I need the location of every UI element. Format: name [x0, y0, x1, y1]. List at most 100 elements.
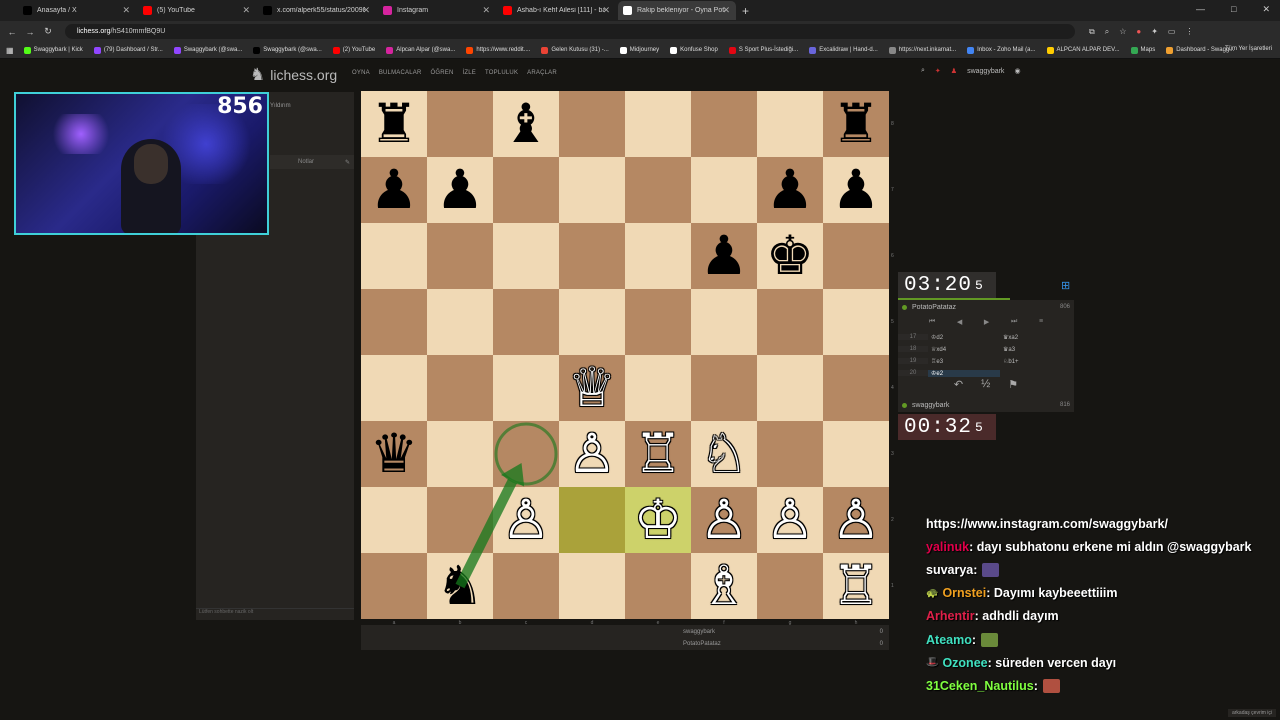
bookmark-item[interactable]: Swaggybark | Kick — [23, 46, 83, 54]
bookmark-item[interactable]: https://www.reddit.... — [466, 46, 530, 54]
opponent-name[interactable]: PotatoPatataz — [912, 304, 956, 311]
square-g2[interactable]: ♙ — [757, 487, 823, 553]
square-b3[interactable] — [427, 421, 493, 487]
white-pawn-icon[interactable]: ♙ — [700, 487, 748, 553]
square-d3[interactable]: ♙ — [559, 421, 625, 487]
username[interactable]: swaggybark — [967, 68, 1004, 75]
prev-move-icon[interactable]: ◀ — [957, 318, 962, 329]
white-knight-icon[interactable]: ♘ — [700, 421, 748, 487]
bookmark-item[interactable]: (79) Dashboard / Str... — [93, 46, 163, 54]
square-c7[interactable] — [493, 157, 559, 223]
white-pawn-icon[interactable]: ♙ — [502, 487, 550, 553]
sidebar-icon[interactable]: ▭ — [1168, 27, 1176, 37]
extension-icon[interactable]: ● — [1136, 27, 1141, 37]
maximize-icon[interactable]: □ — [1231, 4, 1236, 15]
black-bishop-icon[interactable]: ♝ — [502, 91, 550, 157]
square-e3[interactable]: ♖ — [625, 421, 691, 487]
square-g6[interactable]: ♚ — [757, 223, 823, 289]
apps-icon[interactable]: ▦ — [6, 46, 14, 55]
nav-item-5[interactable]: TOPLULUK — [485, 70, 518, 76]
white-pawn-icon[interactable]: ♙ — [568, 421, 616, 487]
black-move[interactable]: ♘b1+ — [1000, 358, 1072, 365]
square-d4[interactable]: ♕ — [559, 355, 625, 421]
square-h4[interactable] — [823, 355, 889, 421]
white-bishop-icon[interactable]: ♗ — [700, 553, 748, 619]
nav-item-2[interactable]: BULMACALAR — [379, 70, 422, 76]
bookmark-star-icon[interactable]: ☆ — [1119, 27, 1126, 37]
square-g7[interactable]: ♟ — [757, 157, 823, 223]
bookmark-item[interactable]: Excalidraw | Hand-d... — [809, 46, 878, 54]
square-d5[interactable] — [559, 289, 625, 355]
square-g8[interactable] — [757, 91, 823, 157]
square-g1[interactable] — [757, 553, 823, 619]
minimize-icon[interactable]: — — [1196, 4, 1205, 15]
white-move[interactable]: ♔d2 — [928, 334, 1000, 341]
add-time-button[interactable]: ⊞ — [1061, 279, 1070, 292]
bookmark-item[interactable]: (2) YouTube — [332, 46, 375, 54]
square-b5[interactable] — [427, 289, 493, 355]
bookmark-item[interactable]: Inbox - Zoho Mail (a... — [967, 46, 1036, 54]
nav-item-6[interactable]: ARAÇLAR — [527, 70, 557, 76]
square-a5[interactable] — [361, 289, 427, 355]
square-b1[interactable]: ♞ — [427, 553, 493, 619]
bookmark-item[interactable]: Maps — [1130, 46, 1155, 54]
square-g5[interactable] — [757, 289, 823, 355]
square-g3[interactable] — [757, 421, 823, 487]
black-pawn-icon[interactable]: ♟ — [766, 157, 814, 223]
white-pawn-icon[interactable]: ♙ — [832, 487, 880, 553]
square-b6[interactable] — [427, 223, 493, 289]
bookmark-item[interactable]: Swaggybark (@swa... — [253, 46, 322, 54]
last-move-icon[interactable]: ⏭ — [1011, 318, 1017, 329]
browser-tab[interactable]: Rakip bekleniyor - Oyna Potato...✕ — [618, 1, 736, 20]
chat-input[interactable]: Lütfen sohbette nazik olt — [196, 608, 354, 620]
square-f8[interactable] — [691, 91, 757, 157]
square-d7[interactable] — [559, 157, 625, 223]
square-b2[interactable] — [427, 487, 493, 553]
white-king-icon[interactable]: ♔ — [634, 487, 682, 553]
all-bookmarks[interactable]: Tüm Yer İşaretleri — [1225, 46, 1272, 52]
black-pawn-icon[interactable]: ♟ — [832, 157, 880, 223]
square-c2[interactable]: ♙ — [493, 487, 559, 553]
black-queen-icon[interactable]: ♛ — [370, 421, 418, 487]
tab-close-icon[interactable]: ✕ — [602, 5, 610, 16]
player-name[interactable]: swaggybark — [912, 402, 949, 409]
square-e4[interactable] — [625, 355, 691, 421]
square-d2[interactable] — [559, 487, 625, 553]
bookmark-item[interactable]: Gelen Kutusu (31) -... — [541, 46, 609, 54]
search-icon[interactable]: ⌕ — [921, 67, 925, 75]
nav-item-1[interactable]: OYNA — [352, 70, 370, 76]
chess-board[interactable]: ♜ ♝ ♜ ♟ ♟ ♟ ♟ ♟ ♚ ♕ ♛ ♙ ♖ ♘ ♙ ♔ ♙ ♙ ♙ ♞ ♗ ♖ — [361, 91, 889, 619]
notification-icon[interactable]: ♟ — [951, 67, 957, 75]
square-d8[interactable] — [559, 91, 625, 157]
user-icon[interactable]: ◉ — [1014, 67, 1020, 75]
tab-close-icon[interactable]: ✕ — [482, 5, 490, 16]
browser-tab[interactable]: Ashab-ı Kehf Ailesi [111] - baş...✕ — [498, 1, 616, 20]
first-move-icon[interactable]: ⏮ — [929, 318, 935, 329]
bookmark-item[interactable]: https://next.inkarnat... — [888, 46, 956, 54]
square-c5[interactable] — [493, 289, 559, 355]
tab-close-icon[interactable]: ✕ — [722, 5, 730, 16]
square-f5[interactable] — [691, 289, 757, 355]
square-f3[interactable]: ♘ — [691, 421, 757, 487]
hamburger-icon[interactable]: ≡ — [1039, 318, 1043, 329]
back-icon[interactable]: ← — [3, 27, 21, 37]
zoom-icon[interactable]: ⌕ — [1105, 27, 1109, 37]
nav-item-3[interactable]: ÖĞREN — [431, 70, 454, 76]
black-pawn-icon[interactable]: ♟ — [700, 223, 748, 289]
square-h3[interactable] — [823, 421, 889, 487]
square-e1[interactable] — [625, 553, 691, 619]
tab-close-icon[interactable]: ✕ — [362, 5, 370, 16]
menu-icon[interactable]: ⋮ — [1185, 27, 1193, 37]
square-a3[interactable]: ♛ — [361, 421, 427, 487]
square-h5[interactable] — [823, 289, 889, 355]
black-knight-icon[interactable]: ♞ — [436, 553, 484, 619]
square-e6[interactable] — [625, 223, 691, 289]
white-rook-icon[interactable]: ♖ — [634, 421, 682, 487]
square-f1[interactable]: ♗ — [691, 553, 757, 619]
nav-item-4[interactable]: İZLE — [463, 70, 476, 76]
square-c6[interactable] — [493, 223, 559, 289]
white-rook-icon[interactable]: ♖ — [832, 553, 880, 619]
square-f4[interactable] — [691, 355, 757, 421]
square-d1[interactable] — [559, 553, 625, 619]
draw-offer-icon[interactable]: ½ — [981, 378, 990, 391]
